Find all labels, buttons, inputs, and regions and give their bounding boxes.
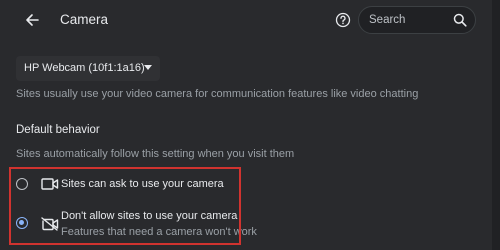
radio-allow-ask[interactable] [16, 178, 28, 190]
option-allow-ask[interactable]: Sites can ask to use your camera [8, 170, 492, 200]
camera-off-icon [41, 217, 59, 231]
option-sublabel: Features that need a camera won't work [61, 226, 257, 238]
default-behavior-description: Sites automatically follow this setting … [16, 148, 295, 160]
header: Camera [8, 0, 500, 40]
option-label: Sites can ask to use your camera [61, 178, 224, 190]
camera-icon [41, 178, 59, 190]
camera-help-text: Sites usually use your video camera for … [16, 88, 419, 100]
option-block[interactable]: Don't allow sites to use your camera Fea… [8, 206, 492, 244]
caret-down-icon [144, 65, 152, 70]
radio-selected-dot [19, 220, 24, 225]
help-button[interactable] [333, 10, 353, 30]
option-label: Don't allow sites to use your camera [61, 210, 238, 222]
search-icon[interactable] [453, 13, 467, 27]
search-input[interactable] [369, 12, 447, 28]
help-circle-icon [335, 12, 351, 28]
default-behavior-title: Default behavior [16, 124, 100, 136]
camera-device-select[interactable]: HP Webcam (10f1:1a16) [16, 56, 160, 81]
radio-block[interactable] [16, 217, 28, 229]
page-title: Camera [60, 12, 109, 27]
back-button[interactable] [22, 10, 42, 30]
arrow-back-icon [26, 14, 39, 26]
search-box[interactable] [358, 6, 476, 34]
camera-device-label: HP Webcam (10f1:1a16) [24, 62, 145, 74]
